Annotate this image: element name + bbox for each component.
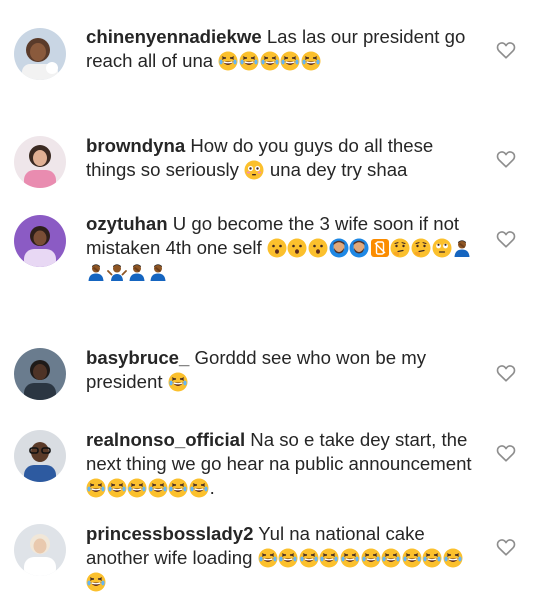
avatar-woman-white-icon — [14, 524, 66, 576]
rolling-eyes-emoji-icon — [432, 238, 452, 258]
laughing-emoji-icon — [278, 548, 298, 568]
avatar-man-glasses-icon — [14, 430, 66, 482]
comment-text: princessbosslady2 Yul na national cake a… — [86, 522, 478, 594]
like-heart-icon[interactable] — [496, 538, 516, 556]
comment-body-after: una dey try shaa — [269, 159, 408, 180]
flushed-emoji-icon — [244, 160, 264, 180]
avatar-man-dark-icon — [14, 348, 66, 400]
avatar[interactable] — [14, 430, 66, 482]
comment-text: ozytuhan U go become the 3 wife soon if … — [86, 212, 478, 284]
avatar-girl-face-icon — [14, 28, 66, 80]
emoji-row — [168, 371, 189, 392]
comment-username[interactable]: realnonso_official — [86, 429, 245, 450]
laughing-emoji-icon — [148, 478, 168, 498]
avatar[interactable] — [14, 215, 66, 267]
laughing-emoji-icon — [280, 51, 300, 71]
person-facepalming-emoji-icon — [86, 262, 106, 282]
laughing-emoji-icon — [86, 572, 106, 592]
laughing-emoji-icon — [127, 478, 147, 498]
man-beard-emoji-icon — [349, 238, 369, 258]
laughing-emoji-icon — [402, 548, 422, 568]
laughing-emoji-icon — [239, 51, 259, 71]
avatar[interactable] — [14, 136, 66, 188]
like-heart-icon[interactable] — [496, 230, 516, 248]
comment-username[interactable]: princessbosslady2 — [86, 523, 253, 544]
like-heart-icon[interactable] — [496, 444, 516, 462]
avatar-purple-selfie-icon — [14, 215, 66, 267]
laughing-emoji-icon — [340, 548, 360, 568]
laughing-emoji-icon — [218, 51, 238, 71]
avatar[interactable] — [14, 28, 66, 80]
comment-text: chinenyennadiekwe Las las our president … — [86, 25, 478, 73]
laughing-emoji-icon — [189, 478, 209, 498]
person-shrugging-emoji-icon — [106, 262, 127, 282]
comment-body-after: . — [209, 477, 215, 498]
comment-text: browndyna How do you guys do all these t… — [86, 134, 478, 182]
comment-username[interactable]: chinenyennadiekwe — [86, 26, 262, 47]
thinking-emoji-icon — [411, 238, 431, 258]
laughing-emoji-icon — [443, 548, 463, 568]
hushed-emoji-icon — [287, 238, 307, 258]
man-beard-emoji-icon — [329, 238, 349, 258]
avatar-woman-pink-icon — [14, 136, 66, 188]
thinking-emoji-icon — [390, 238, 410, 258]
laughing-emoji-icon — [86, 478, 106, 498]
laughing-emoji-icon — [168, 372, 188, 392]
like-heart-icon[interactable] — [496, 364, 516, 382]
laughing-emoji-icon — [381, 548, 401, 568]
comment-username[interactable]: basybruce_ — [86, 347, 189, 368]
laughing-emoji-icon — [107, 478, 127, 498]
laughing-emoji-icon — [319, 548, 339, 568]
mobile-phone-off-emoji-icon — [370, 238, 390, 258]
hushed-emoji-icon — [308, 238, 328, 258]
laughing-emoji-icon — [361, 548, 381, 568]
emoji-row — [86, 477, 210, 498]
comment-text: basybruce_ Gorddd see who won be my pres… — [86, 346, 478, 394]
laughing-emoji-icon — [422, 548, 442, 568]
laughing-emoji-icon — [168, 478, 188, 498]
comment-username[interactable]: ozytuhan — [86, 213, 168, 234]
hushed-emoji-icon — [267, 238, 287, 258]
person-facepalming-emoji-icon — [127, 262, 147, 282]
avatar[interactable] — [14, 524, 66, 576]
like-heart-icon[interactable] — [496, 150, 516, 168]
laughing-emoji-icon — [299, 548, 319, 568]
laughing-emoji-icon — [260, 51, 280, 71]
laughing-emoji-icon — [301, 51, 321, 71]
emoji-row — [218, 50, 321, 71]
comment-username[interactable]: browndyna — [86, 135, 185, 156]
person-facepalming-emoji-icon — [452, 238, 472, 258]
comment-text: realnonso_official Na so e take dey star… — [86, 428, 478, 500]
person-facepalming-emoji-icon — [148, 262, 168, 282]
like-heart-icon[interactable] — [496, 41, 516, 59]
laughing-emoji-icon — [258, 548, 278, 568]
avatar[interactable] — [14, 348, 66, 400]
